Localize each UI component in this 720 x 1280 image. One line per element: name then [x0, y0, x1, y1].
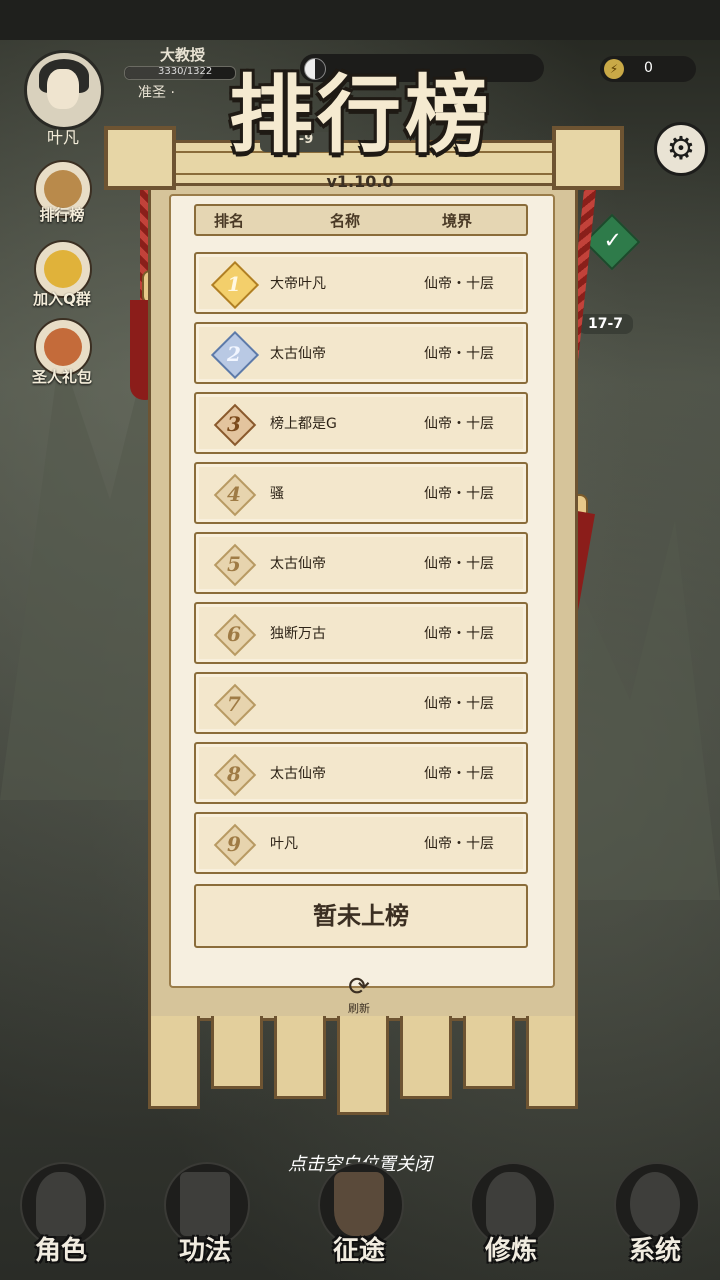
fringe-tooth: [526, 1016, 578, 1109]
settings-gear-icon[interactable]: ⚙: [654, 122, 708, 176]
player-name-cell: 独断万古: [270, 626, 326, 642]
nav-label: 修炼: [484, 1236, 537, 1266]
nav-label: 功法: [178, 1236, 231, 1266]
player-name-cell: 太古仙帝: [270, 766, 326, 782]
ranking-label: 排行榜: [39, 206, 85, 224]
player-name-cell: 骚: [270, 486, 284, 502]
rank-number: 9: [227, 832, 241, 856]
status-bar: [0, 0, 720, 40]
realm-cell: 仙帝・十层: [424, 276, 494, 292]
leaderboard-title: 排行榜: [228, 65, 493, 164]
rank-badge-icon: 2: [210, 330, 260, 380]
lightning-icon: ⚡: [604, 59, 624, 79]
refresh-icon: ⟳: [348, 972, 370, 1002]
sage-gift-label: 圣人礼包: [31, 368, 92, 386]
leaderboard-row[interactable]: 5 太古仙帝 仙帝・十层: [194, 532, 528, 594]
self-rank-status: 暂未上榜: [313, 902, 409, 930]
character-icon: [36, 1172, 86, 1236]
stage-node-right[interactable]: 17-7: [578, 314, 634, 334]
rank-number: 8: [227, 762, 241, 786]
fringe-tooth: [148, 1016, 200, 1109]
realm-cell: 仙帝・十层: [424, 766, 494, 782]
nav-character[interactable]: 角色: [6, 1152, 116, 1272]
player-realm: 准圣 ·: [138, 85, 175, 101]
fringe-tooth: [337, 1016, 389, 1115]
rank-number: 7: [227, 692, 241, 716]
rank-number: 3: [227, 412, 241, 436]
col-name-header: 名称: [330, 212, 361, 230]
system-mascot-icon: [630, 1172, 680, 1236]
player-name-cell: 大帝叶凡: [270, 276, 326, 292]
bottom-nav: 角色 功法 征途 修炼 系统: [0, 1140, 720, 1280]
nav-label: 系统: [628, 1236, 681, 1266]
banner-bottom-fringe: [148, 1016, 578, 1115]
leaderboard-row[interactable]: 2 太古仙帝 仙帝・十层: [194, 322, 528, 384]
leaderboard-row[interactable]: 1 大帝叶凡 仙帝・十层: [194, 252, 528, 314]
leaderboard-row[interactable]: 7 仙帝・十层: [194, 672, 528, 734]
energy-resource: ⚡ 0: [600, 56, 696, 82]
rank-badge-icon: 6: [213, 613, 257, 657]
sword-journey-icon: [334, 1172, 384, 1236]
realm-cell: 仙帝・十层: [424, 486, 494, 502]
version-label: v1.10.0: [326, 172, 394, 191]
rank-badge-icon: 3: [213, 403, 257, 447]
energy-count: 0: [644, 60, 653, 76]
nav-journey[interactable]: 征途: [304, 1152, 414, 1272]
player-name-cell: 太古仙帝: [270, 346, 326, 362]
nav-system[interactable]: 系统: [600, 1152, 710, 1272]
leaderboard-row[interactable]: 9 叶凡 仙帝・十层: [194, 812, 528, 874]
meditation-icon: [486, 1172, 536, 1236]
avatar-face: [47, 69, 79, 109]
refresh-label: 刷新: [348, 1002, 370, 1015]
player-name-cell: 榜上都是G: [270, 416, 337, 432]
rank-badge-icon: 7: [213, 683, 257, 727]
realm-cell: 仙帝・十层: [424, 626, 494, 642]
player-name-cell: 叶凡: [270, 836, 298, 852]
leaderboard-row[interactable]: 8 太古仙帝 仙帝・十层: [194, 742, 528, 804]
refresh-button[interactable]: ⟳ 刷新: [336, 974, 382, 1016]
rank-badge-icon: 8: [213, 753, 257, 797]
gift-box-icon: [44, 328, 82, 366]
join-qq-label: 加入Q群: [33, 290, 91, 308]
rank-number: 1: [227, 272, 241, 296]
col-rank-header: 排名: [214, 212, 245, 230]
realm-cell: 仙帝・十层: [424, 556, 494, 572]
nav-label: 角色: [34, 1236, 87, 1266]
realm-cell: 仙帝・十层: [424, 416, 494, 432]
realm-cell: 仙帝・十层: [424, 346, 494, 362]
realm-cell: 仙帝・十层: [424, 696, 494, 712]
rank-badge-icon: 4: [213, 473, 257, 517]
scripture-book-icon: [180, 1172, 230, 1236]
leaderboard-row[interactable]: 4 骚 仙帝・十层: [194, 462, 528, 524]
player-name: 叶凡: [46, 128, 79, 147]
qq-penguin-icon: [44, 250, 82, 288]
leaderboard-header: 排名 名称 境界: [194, 204, 528, 236]
leaderboard-row[interactable]: 6 独断万古 仙帝・十层: [194, 602, 528, 664]
fringe-tooth: [400, 1016, 452, 1099]
player-name-cell: 太古仙帝: [270, 556, 326, 572]
fringe-tooth: [211, 1016, 263, 1089]
nav-skills[interactable]: 功法: [150, 1152, 260, 1272]
rank-badge-icon: 1: [210, 260, 260, 310]
rank-number: 2: [227, 342, 241, 366]
leaderboard-row[interactable]: 3 榜上都是G 仙帝・十层: [194, 392, 528, 454]
realm-cell: 仙帝・十层: [424, 836, 494, 852]
fringe-tooth: [463, 1016, 515, 1089]
rank-badge-icon: 5: [213, 543, 257, 587]
self-rank-row: 暂未上榜: [194, 884, 528, 948]
rank-number: 6: [227, 622, 241, 646]
rank-number: 4: [227, 482, 241, 506]
nav-label: 征途: [332, 1236, 385, 1266]
nav-cultivate[interactable]: 修炼: [456, 1152, 566, 1272]
player-avatar[interactable]: [24, 50, 104, 130]
fringe-tooth: [274, 1016, 326, 1099]
rank-number: 5: [227, 552, 241, 576]
col-realm-header: 境界: [442, 212, 473, 230]
rank-badge-icon: 9: [213, 823, 257, 867]
